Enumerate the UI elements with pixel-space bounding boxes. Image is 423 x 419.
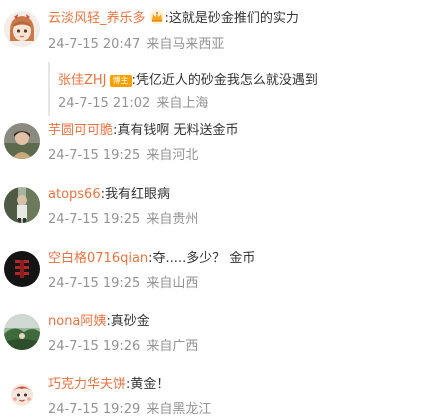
comment-time: 24-7-15 19:26 <box>48 339 141 354</box>
comment-location: 来自广西 <box>146 339 199 354</box>
reply-username[interactable]: 张佳ZHJ <box>58 73 107 88</box>
comment-username[interactable]: 空白格0716qian <box>48 251 148 266</box>
comment-meta: 24-7-15 19:25 来自贵州 <box>48 211 198 229</box>
comment-time: 24-7-15 19:25 <box>48 148 141 163</box>
comment-meta: 24-7-15 19:26 来自广西 <box>48 338 198 356</box>
user-avatar[interactable] <box>4 377 40 413</box>
comment-username[interactable]: nona阿姨 <box>48 314 106 329</box>
user-avatar[interactable] <box>4 314 40 350</box>
person-photo-avatar-icon <box>4 123 40 159</box>
comment-meta: 24-7-15 19:29 来自黑龙江 <box>48 401 211 419</box>
comment-location: 来自山西 <box>146 276 199 291</box>
comment-time: 24-7-15 19:29 <box>48 402 141 417</box>
reply-text: :凭亿近人的砂金我怎么就没遇到 <box>131 73 318 88</box>
comment-text: :我有红眼病 <box>100 187 170 202</box>
comment-line: 巧克力华夫饼:黄金！ <box>48 376 169 394</box>
comment-username[interactable]: 巧克力华夫饼 <box>48 377 126 392</box>
reply-line: 张佳ZHJ 博主:凭亿近人的砂金我怎么就没遇到 <box>58 72 318 90</box>
user-avatar[interactable] <box>4 251 40 287</box>
comment-location: 来自黑龙江 <box>146 402 212 417</box>
comment-time: 24-7-15 19:25 <box>48 212 141 227</box>
cartoon-avatar-icon <box>4 377 40 413</box>
comment-location: 来自贵州 <box>146 212 199 227</box>
comment-text: :夺.....多少？ 金币 <box>148 251 256 266</box>
user-avatar[interactable] <box>4 11 40 47</box>
reply-time: 24-7-15 21:02 <box>58 96 151 111</box>
anime-girl-avatar-icon <box>4 11 40 47</box>
comment-location: 来自河北 <box>146 148 199 163</box>
landscape-avatar-icon <box>4 314 40 350</box>
crown-icon <box>149 9 165 25</box>
comment-text: :黄金！ <box>126 377 170 392</box>
comment-text: :真砂金 <box>106 314 150 329</box>
reply-location: 来自上海 <box>156 96 209 111</box>
reply-box: 张佳ZHJ 博主:凭亿近人的砂金我怎么就没遇到 24-7-15 21:02 来自上海 <box>48 62 418 116</box>
comment-line: 空白格0716qian:夺.....多少？ 金币 <box>48 250 255 268</box>
user-avatar[interactable] <box>4 123 40 159</box>
comment-meta: 24-7-15 19:25 来自山西 <box>48 275 198 293</box>
user-avatar[interactable] <box>4 187 40 223</box>
comment-username[interactable]: 芋圆可可脆 <box>48 123 113 138</box>
comment-username[interactable]: 云淡风轻_养乐多 <box>48 11 146 26</box>
comment-text: :这就是砂金推们的实力 <box>164 11 299 26</box>
author-badge: 博主 <box>109 75 132 87</box>
comment-line: 云淡风轻_养乐多 :这就是砂金推们的实力 <box>48 9 299 28</box>
comment-meta: 24-7-15 19:25 来自河北 <box>48 147 198 165</box>
outdoor-photo-avatar-icon <box>4 187 40 223</box>
comment-meta: 24-7-15 20:47 来自马来西亚 <box>48 36 224 54</box>
comment-time: 24-7-15 20:47 <box>48 37 141 52</box>
comment-time: 24-7-15 19:25 <box>48 276 141 291</box>
dark-red-avatar-icon <box>4 251 40 287</box>
comment-username[interactable]: atops66 <box>48 187 101 202</box>
comment-text: :真有钱啊 无料送金币 <box>113 123 239 138</box>
comment-line: nona阿姨:真砂金 <box>48 313 150 331</box>
comment-line: atops66:我有红眼病 <box>48 186 170 204</box>
comment-location: 来自马来西亚 <box>146 37 225 52</box>
comment-line: 芋圆可可脆:真有钱啊 无料送金币 <box>48 122 239 140</box>
reply-meta: 24-7-15 21:02 来自上海 <box>58 95 208 113</box>
